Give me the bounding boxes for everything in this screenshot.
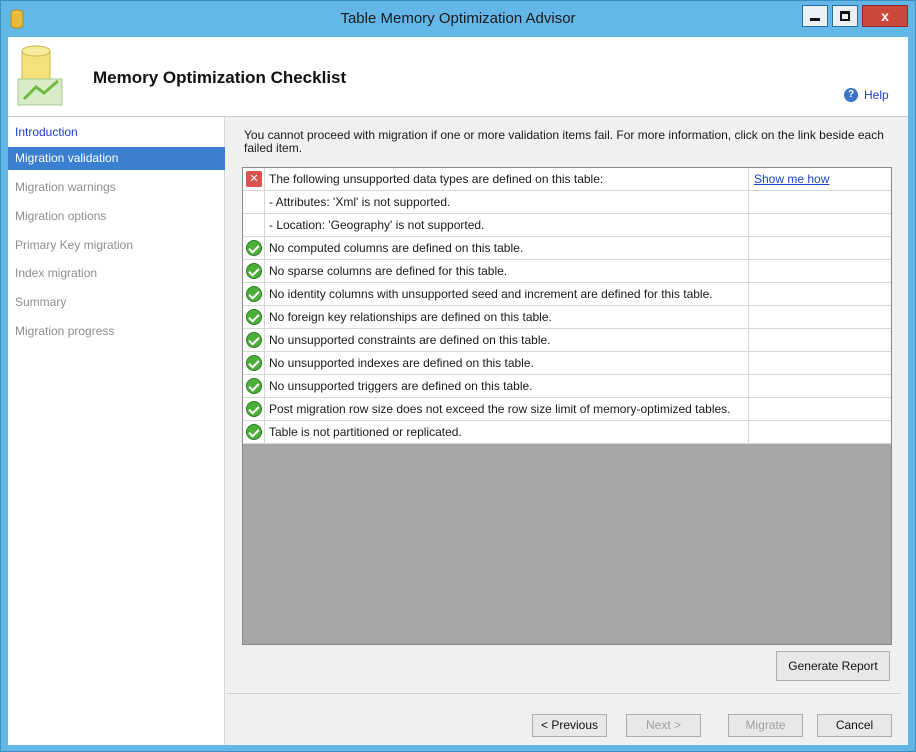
migrate-button[interactable]: Migrate	[728, 714, 803, 737]
page-title: Memory Optimization Checklist	[93, 68, 347, 87]
check-icon	[246, 263, 262, 279]
sidebar-item-migration-validation[interactable]: Migration validation	[8, 147, 225, 170]
status-cell	[243, 283, 265, 305]
checklist-text: No identity columns with unsupported see…	[269, 287, 713, 301]
status-cell: ✕	[243, 168, 265, 190]
status-cell	[243, 260, 265, 282]
sidebar-item-index-migration: Index migration	[15, 266, 98, 280]
next-button[interactable]: Next >	[626, 714, 701, 737]
show-me-how-link[interactable]: Show me how	[754, 172, 829, 186]
memory-optimization-icon	[17, 45, 63, 106]
status-cell	[243, 237, 265, 259]
help-link[interactable]: ? Help	[844, 88, 889, 102]
footer-divider	[226, 693, 901, 694]
sidebar-item-migration-progress: Migration progress	[15, 324, 115, 338]
checklist-row: No identity columns with unsupported see…	[243, 283, 891, 306]
help-label: Help	[864, 88, 889, 102]
checklist-text: No unsupported constraints are defined o…	[269, 333, 551, 347]
window-title: Table Memory Optimization Advisor	[340, 10, 576, 27]
checklist-text: The following unsupported data types are…	[269, 172, 604, 186]
checklist-row: - Attributes: 'Xml' is not supported.	[243, 191, 891, 214]
title-bar[interactable]: Table Memory Optimization Advisor x	[1, 1, 915, 37]
link-cell: Show me how	[748, 168, 891, 190]
minimize-button[interactable]	[802, 5, 828, 27]
advisor-window: Table Memory Optimization Advisor x Memo…	[0, 0, 916, 752]
link-cell	[748, 398, 891, 420]
link-cell	[748, 237, 891, 259]
window-controls: x	[802, 5, 908, 27]
sidebar-item-migration-warnings: Migration warnings	[15, 180, 116, 194]
check-icon	[246, 355, 262, 371]
link-cell	[748, 191, 891, 213]
checklist-row: No unsupported constraints are defined o…	[243, 329, 891, 352]
minimize-icon	[810, 17, 820, 21]
checklist-row: No foreign key relationships are defined…	[243, 306, 891, 329]
checklist-text: Table is not partitioned or replicated.	[269, 425, 462, 439]
wizard-steps-sidebar: Introduction Migration validation Migrat…	[8, 117, 225, 745]
sidebar-item-migration-options: Migration options	[15, 209, 107, 223]
status-cell	[243, 214, 265, 236]
checklist-text: No computed columns are defined on this …	[269, 241, 524, 255]
maximize-icon	[840, 11, 850, 21]
header-banner: Memory Optimization Checklist	[8, 37, 908, 117]
close-icon: x	[881, 8, 889, 24]
check-icon	[246, 378, 262, 394]
maximize-button[interactable]	[832, 5, 858, 27]
cancel-button[interactable]: Cancel	[817, 714, 892, 737]
error-icon: ✕	[246, 171, 262, 187]
sidebar-item-primary-key-migration: Primary Key migration	[15, 238, 134, 252]
status-cell	[243, 329, 265, 351]
check-icon	[246, 286, 262, 302]
status-cell	[243, 421, 265, 443]
previous-button[interactable]: < Previous	[532, 714, 607, 737]
check-icon	[246, 309, 262, 325]
sidebar-item-summary: Summary	[15, 295, 67, 309]
link-cell	[748, 214, 891, 236]
status-cell	[243, 306, 265, 328]
link-cell	[748, 421, 891, 443]
status-cell	[243, 191, 265, 213]
checklist-row: No unsupported indexes are defined on th…	[243, 352, 891, 375]
checklist-row: No unsupported triggers are defined on t…	[243, 375, 891, 398]
link-cell	[748, 260, 891, 282]
close-button[interactable]: x	[862, 5, 908, 27]
link-cell	[748, 375, 891, 397]
checklist-row: ✕ The following unsupported data types a…	[243, 168, 891, 191]
checklist-text: - Location: 'Geography' is not supported…	[269, 218, 485, 232]
check-icon	[246, 424, 262, 440]
checklist-text: Post migration row size does not exceed …	[269, 402, 731, 416]
instruction-text: You cannot proceed with migration if one…	[244, 128, 884, 155]
sidebar-item-introduction[interactable]: Introduction	[8, 121, 225, 144]
check-icon	[246, 401, 262, 417]
link-cell	[748, 306, 891, 328]
checklist-text: No unsupported indexes are defined on th…	[269, 356, 534, 370]
checklist-row: - Location: 'Geography' is not supported…	[243, 214, 891, 237]
checklist-row: No sparse columns are defined for this t…	[243, 260, 891, 283]
validation-checklist: ✕ The following unsupported data types a…	[242, 167, 892, 645]
generate-report-button[interactable]: Generate Report	[776, 651, 890, 681]
link-cell	[748, 283, 891, 305]
check-icon	[246, 332, 262, 348]
checklist-row: Table is not partitioned or replicated.	[243, 421, 891, 444]
status-cell	[243, 375, 265, 397]
checklist-text: No unsupported triggers are defined on t…	[269, 379, 533, 393]
link-cell	[748, 352, 891, 374]
status-cell	[243, 398, 265, 420]
link-cell	[748, 329, 891, 351]
help-icon: ?	[844, 88, 858, 102]
checklist-text: - Attributes: 'Xml' is not supported.	[269, 195, 451, 209]
checklist-row: No computed columns are defined on this …	[243, 237, 891, 260]
checklist-row: Post migration row size does not exceed …	[243, 398, 891, 421]
check-icon	[246, 240, 262, 256]
status-cell	[243, 352, 265, 374]
checklist-text: No foreign key relationships are defined…	[269, 310, 552, 324]
checklist-text: No sparse columns are defined for this t…	[269, 264, 508, 278]
